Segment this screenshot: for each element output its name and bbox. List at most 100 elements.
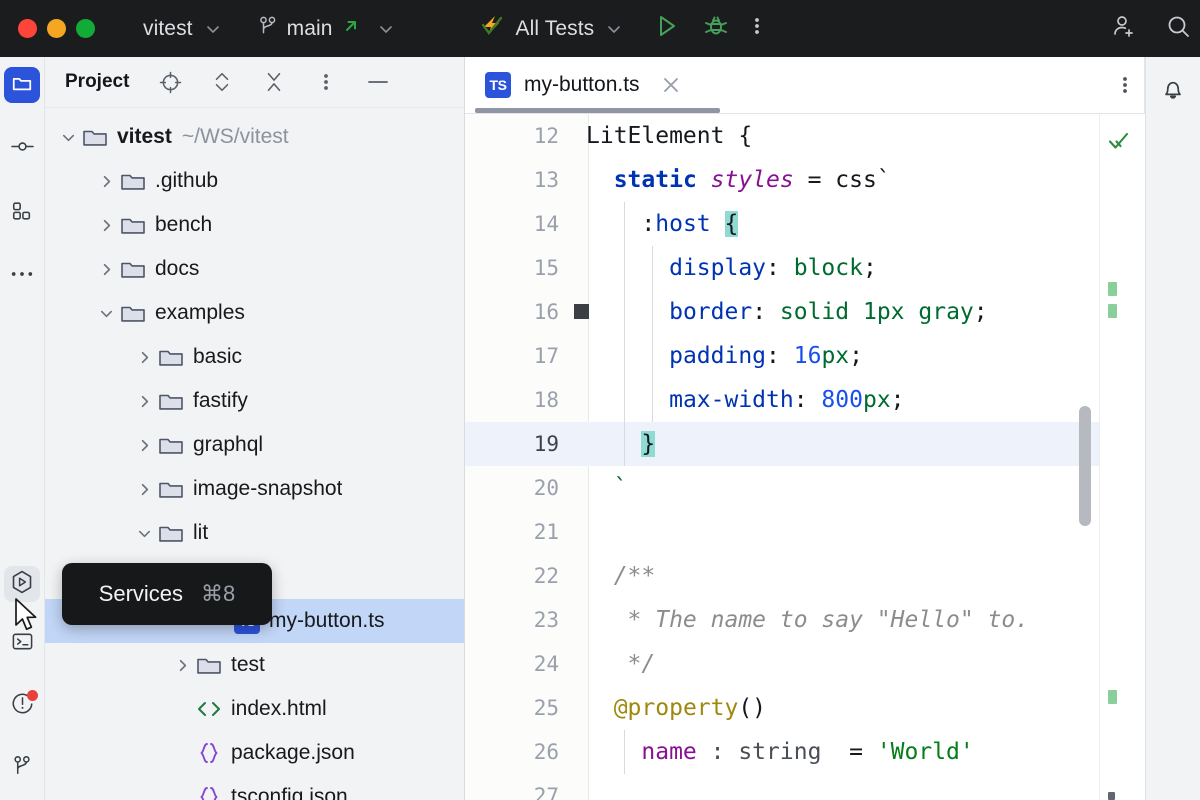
add-user-icon[interactable] (1110, 13, 1138, 44)
tree-row[interactable]: graphql (45, 423, 464, 467)
run-configuration-selector[interactable]: All Tests (479, 13, 624, 44)
minimize-window-button[interactable] (47, 19, 66, 38)
code-line[interactable]: 13 static styles = css` (465, 158, 1145, 202)
chevron-down-icon[interactable] (131, 520, 157, 546)
tree-item-label: image-snapshot (193, 477, 342, 501)
code-line[interactable]: 20 ` (465, 466, 1145, 510)
tree-row[interactable]: .github (45, 159, 464, 203)
tree-row[interactable]: index.html (45, 687, 464, 731)
tree-row[interactable]: basic (45, 335, 464, 379)
code-line[interactable]: 18 max-width: 800px; (465, 378, 1145, 422)
code-line[interactable]: 15 display: block; (465, 246, 1145, 290)
arrow-up-right-icon[interactable] (342, 17, 360, 40)
sidebar-item-structure[interactable] (4, 195, 40, 231)
sidebar-item-project[interactable] (4, 67, 40, 103)
code-line[interactable]: 19 } (465, 422, 1145, 466)
code-line[interactable]: 16 border: solid 1px gray; (465, 290, 1145, 334)
code-line[interactable]: 17 padding: 16px; (465, 334, 1145, 378)
inspection-marker-strip[interactable] (1099, 114, 1145, 800)
chevron-right-icon[interactable] (131, 388, 157, 414)
chevron-right-icon[interactable] (131, 344, 157, 370)
indent-guide (624, 422, 625, 466)
line-number: 24 (465, 652, 565, 676)
tree-item-label: tsconfig.json (231, 785, 348, 800)
code-line[interactable]: 14 :host { (465, 202, 1145, 246)
inspection-marker[interactable] (1108, 304, 1117, 318)
code-line[interactable]: 24 */ (465, 642, 1145, 686)
chevron-right-icon[interactable] (169, 652, 195, 678)
code-line[interactable]: 27 (465, 774, 1145, 800)
chevron-right-icon[interactable] (93, 212, 119, 238)
code-line[interactable]: 22 /** (465, 554, 1145, 598)
panel-options-button[interactable] (311, 67, 341, 97)
expand-collapse-icon[interactable] (207, 67, 237, 97)
play-icon[interactable] (653, 13, 679, 44)
code-line[interactable]: 21 (465, 510, 1145, 554)
tree-row[interactable]: lit (45, 511, 464, 555)
code-line[interactable]: 26 name : string = 'World' (465, 730, 1145, 774)
line-number: 25 (465, 696, 565, 720)
indent-guide (624, 334, 625, 378)
tab-my-button-ts[interactable]: TS my-button.ts (465, 57, 699, 114)
tooltip-label: Services (99, 581, 183, 607)
tree-row[interactable]: package.json (45, 731, 464, 775)
editor-vertical-scrollbar[interactable] (1079, 406, 1091, 526)
inspection-marker[interactable] (1108, 792, 1115, 800)
tree-row[interactable]: tsconfig.json (45, 775, 464, 800)
tree-row[interactable]: vitest~/WS/vitest (45, 115, 464, 159)
line-number: 16 (465, 300, 565, 324)
tree-row[interactable]: fastify (45, 379, 464, 423)
fold-marker-icon[interactable] (574, 304, 589, 319)
code-line[interactable]: 23 * The name to say "Hello" to. (465, 598, 1145, 642)
sidebar-item-problems[interactable] (4, 688, 40, 724)
tree-row[interactable]: bench (45, 203, 464, 247)
code-text: :host { (565, 211, 738, 237)
search-icon[interactable] (1164, 13, 1194, 44)
locate-target-icon[interactable] (155, 67, 185, 97)
line-number: 12 (465, 124, 565, 148)
indent-guide (652, 246, 653, 290)
chevron-right-icon[interactable] (131, 476, 157, 502)
project-selector[interactable]: vitest (143, 17, 222, 41)
sidebar-item-version-control[interactable] (4, 750, 40, 786)
bug-icon[interactable] (703, 13, 729, 44)
branch-selector[interactable]: main (258, 15, 395, 42)
code-line[interactable]: 12LitElement { (465, 114, 1145, 158)
maximize-window-button[interactable] (76, 19, 95, 38)
hide-panel-button[interactable] (363, 67, 393, 97)
chevron-down-icon (605, 20, 623, 38)
tab-active-indicator (475, 108, 720, 113)
chevron-right-icon[interactable] (93, 168, 119, 194)
tree-item-label: basic (193, 345, 242, 369)
tree-row[interactable]: image-snapshot (45, 467, 464, 511)
code-editor[interactable]: 12LitElement {13 static styles = css`14 … (465, 114, 1145, 800)
run-actions (653, 13, 761, 44)
sidebar-item-commit[interactable] (4, 131, 40, 167)
editor-options-button[interactable] (1105, 72, 1145, 98)
tree-row[interactable]: docs (45, 247, 464, 291)
folder-icon (119, 212, 147, 238)
code-text: } (565, 431, 655, 457)
tree-item-label: fastify (193, 389, 248, 413)
inspection-marker[interactable] (1108, 282, 1117, 296)
code-line[interactable]: 25 @property() (465, 686, 1145, 730)
bell-icon[interactable] (1159, 75, 1187, 108)
close-icon[interactable] (659, 73, 683, 97)
tree-twist-placeholder (169, 740, 195, 766)
folder-icon (119, 256, 147, 282)
tree-row[interactable]: examples (45, 291, 464, 335)
code-text: LitElement { (565, 123, 752, 149)
close-window-button[interactable] (18, 19, 37, 38)
window-controls (18, 19, 95, 38)
chevron-right-icon[interactable] (131, 432, 157, 458)
tree-row[interactable]: test (45, 643, 464, 687)
sidebar-item-more[interactable] (4, 257, 40, 293)
chevron-right-icon[interactable] (93, 256, 119, 282)
kebab-icon[interactable] (753, 13, 761, 44)
chevron-down-icon[interactable] (55, 124, 81, 150)
inspection-marker[interactable] (1108, 690, 1117, 704)
chevron-down-icon[interactable] (93, 300, 119, 326)
sidebar-item-services[interactable] (4, 566, 40, 602)
collapse-all-icon[interactable] (259, 67, 289, 97)
line-number: 15 (465, 256, 565, 280)
